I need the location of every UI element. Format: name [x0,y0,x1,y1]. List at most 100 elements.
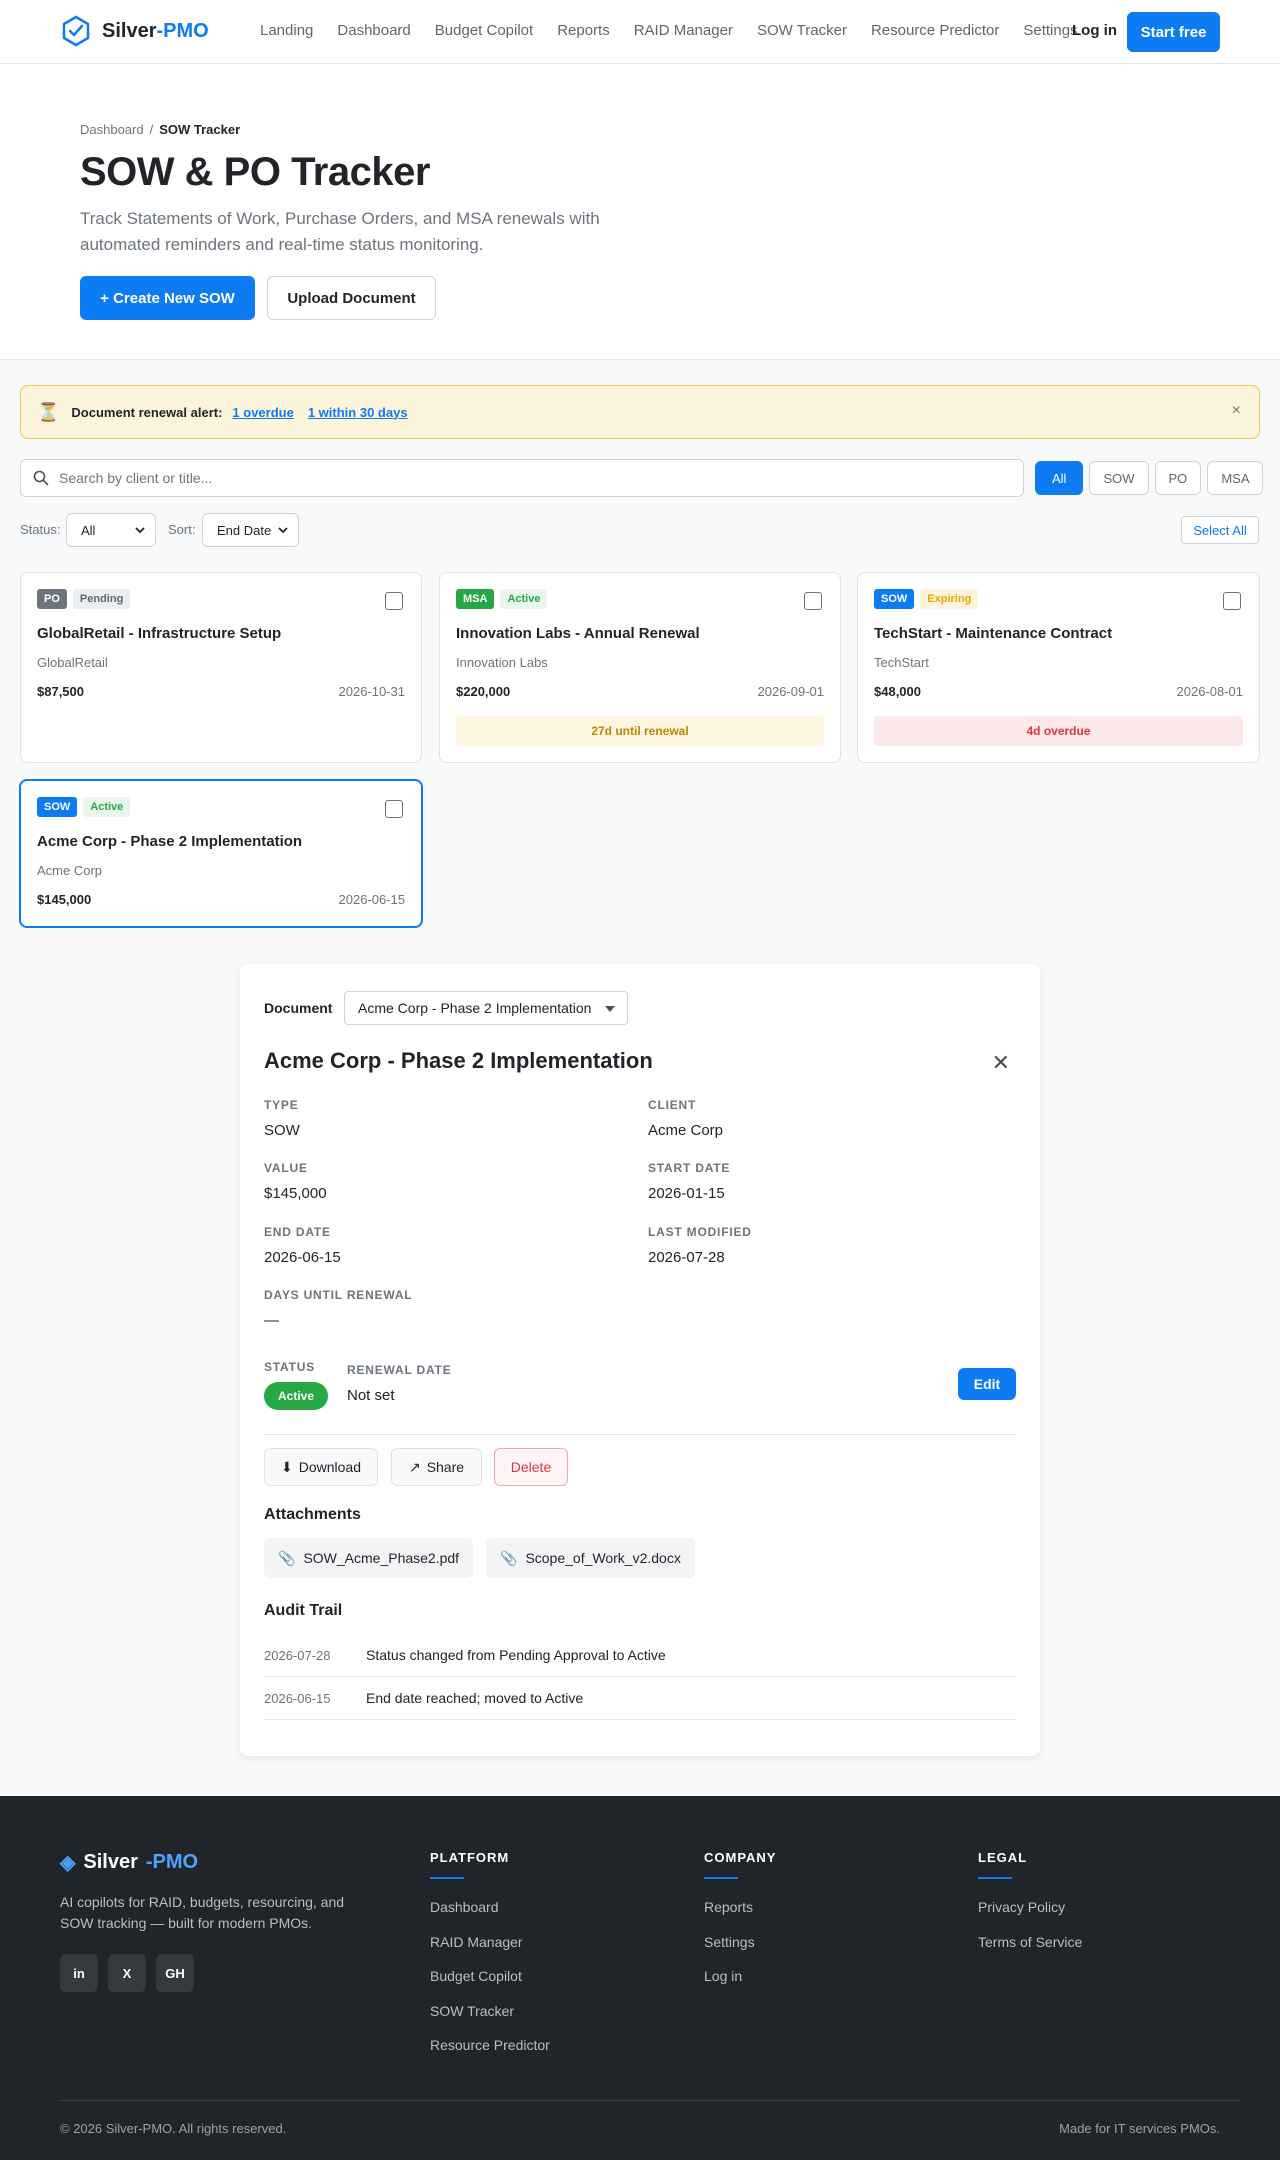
footer-link-reports[interactable]: Reports [704,1899,753,1915]
value-field-value: $145,000 [264,1185,327,1202]
nav-link-dashboard[interactable]: Dashboard [337,22,410,39]
download-icon: ⬇ [281,1458,293,1475]
nav-link-raid-manager[interactable]: RAID Manager [634,22,733,39]
footer-brand[interactable]: ◈ Silver -PMO [60,1850,198,1875]
audit-row: 2026-06-15 End date reached; moved to Ac… [264,1677,1016,1720]
status-select-value: All [81,522,96,538]
nav-link-budget-copilot[interactable]: Budget Copilot [435,22,533,39]
card-title: GlobalRetail - Infrastructure Setup [37,625,282,642]
footer-company-heading: COMPANY [704,1850,777,1865]
edit-button[interactable]: Edit [958,1368,1016,1400]
footer-brand-main: Silver [83,1851,138,1873]
document-card-selected[interactable]: SOW Active Acme Corp - Phase 2 Implement… [19,779,423,928]
start-date-label: START DATE [648,1161,731,1175]
filter-all-button[interactable]: All [1035,461,1084,495]
create-sow-button[interactable]: + Create New SOW [80,276,255,320]
type-badge: SOW [37,797,78,817]
status-badge: Active [83,797,131,817]
filter-po-button[interactable]: PO [1154,461,1202,495]
card-checkbox[interactable] [1223,592,1241,610]
breadcrumb-separator: / [149,122,154,137]
copyright: © 2026 Silver-PMO. All rights reserved. [60,2121,287,2136]
card-end-date: 2026-09-01 [757,684,825,699]
footer-link-dashboard[interactable]: Dashboard [430,1899,499,1915]
brand-logo[interactable]: Silver-PMO [60,15,209,47]
attachment-filename: Scope_of_Work_v2.docx [525,1550,681,1566]
footer-brand-accent: -PMO [145,1851,199,1873]
start-free-button[interactable]: Start free [1127,12,1220,52]
delete-button[interactable]: Delete [494,1448,568,1486]
attachment-item[interactable]: 📎 SOW_Acme_Phase2.pdf [264,1538,474,1578]
download-button[interactable]: ⬇ Download [264,1448,378,1486]
filter-sow-button[interactable]: SOW [1089,461,1149,495]
brand-name: Silver-PMO [102,19,209,42]
footer-link-sow-tracker[interactable]: SOW Tracker [430,2003,514,2019]
renewal-countdown-banner: 27d until renewal [456,716,824,746]
last-modified-value: 2026-07-28 [648,1249,725,1266]
nav-link-sow-tracker[interactable]: SOW Tracker [757,22,847,39]
card-checkbox[interactable] [385,800,403,818]
hourglass-icon: ⏳ [37,401,60,422]
footer-link-budget-copilot[interactable]: Budget Copilot [430,1968,522,1984]
select-all-button[interactable]: Select All [1181,516,1259,544]
status-select[interactable]: All [66,513,156,547]
filter-msa-button[interactable]: MSA [1207,461,1264,495]
heading-underline [430,1877,464,1879]
status-filter-label: Status: [20,522,61,537]
renewal-date-label: RENEWAL DATE [347,1363,452,1377]
x-twitter-icon[interactable]: X [108,1954,146,1992]
alert-close-icon[interactable]: × [1232,402,1241,420]
card-value: $220,000 [456,684,511,699]
nav-link-resource-predictor[interactable]: Resource Predictor [871,22,999,39]
download-label: Download [298,1459,361,1475]
search-icon [33,470,49,486]
close-icon[interactable]: ✕ [992,1050,1010,1076]
document-select-label: Document [264,1000,333,1016]
document-select-value: Acme Corp - Phase 2 Implementation [358,1000,592,1016]
overdue-link[interactable]: 1 overdue [232,405,293,420]
within-30-days-link[interactable]: 1 within 30 days [308,405,408,420]
heading-underline [978,1877,1012,1879]
status-pill: Active [264,1382,328,1410]
audit-date: 2026-06-15 [264,1691,331,1706]
sort-select[interactable]: End Date [202,513,299,547]
footer-link-privacy[interactable]: Privacy Policy [978,1899,1065,1915]
login-link[interactable]: Log in [1072,22,1117,39]
renewal-date-value: Not set [347,1387,395,1404]
value-field-label: VALUE [264,1161,308,1175]
github-icon[interactable]: GH [156,1954,194,1992]
breadcrumb: Dashboard / SOW Tracker [80,122,240,137]
card-title: Innovation Labs - Annual Renewal [456,625,700,642]
footer-link-terms[interactable]: Terms of Service [978,1934,1082,1950]
linkedin-icon[interactable]: in [60,1954,98,1992]
divider [264,1434,1016,1435]
footer-link-login[interactable]: Log in [704,1968,742,1984]
footer-link-settings[interactable]: Settings [704,1934,755,1950]
hexagon-check-icon [62,15,90,47]
document-card[interactable]: SOW Expiring TechStart - Maintenance Con… [857,572,1260,763]
nav-link-landing[interactable]: Landing [260,22,313,39]
card-end-date: 2026-10-31 [338,684,406,699]
card-checkbox[interactable] [804,592,822,610]
search-input[interactable] [59,470,959,486]
breadcrumb-dashboard[interactable]: Dashboard [80,122,144,137]
last-modified-label: LAST MODIFIED [648,1225,752,1239]
footer-link-resource-predictor[interactable]: Resource Predictor [430,2037,550,2053]
document-card[interactable]: PO Pending GlobalRetail - Infrastructure… [20,572,422,763]
document-card[interactable]: MSA Active Innovation Labs - Annual Rene… [439,572,841,763]
attachment-item[interactable]: 📎 Scope_of_Work_v2.docx [486,1538,695,1578]
nav-link-settings[interactable]: Settings [1023,22,1077,39]
card-checkbox[interactable] [385,592,403,610]
share-icon: ↗ [408,1458,421,1475]
nav-link-reports[interactable]: Reports [557,22,610,39]
upload-document-button[interactable]: Upload Document [267,276,436,320]
search-box [20,459,1024,497]
footer-link-raid-manager[interactable]: RAID Manager [430,1934,523,1950]
sort-select-value: End Date [217,522,272,538]
caret-down-icon [605,1006,615,1012]
footer-description: AI copilots for RAID, budgets, resourcin… [60,1894,345,1931]
document-select[interactable]: Acme Corp - Phase 2 Implementation [344,991,628,1025]
end-date-label: END DATE [264,1225,331,1239]
nav-links: Landing Dashboard Budget Copilot Reports… [260,22,1078,39]
share-button[interactable]: ↗ Share [391,1448,482,1486]
